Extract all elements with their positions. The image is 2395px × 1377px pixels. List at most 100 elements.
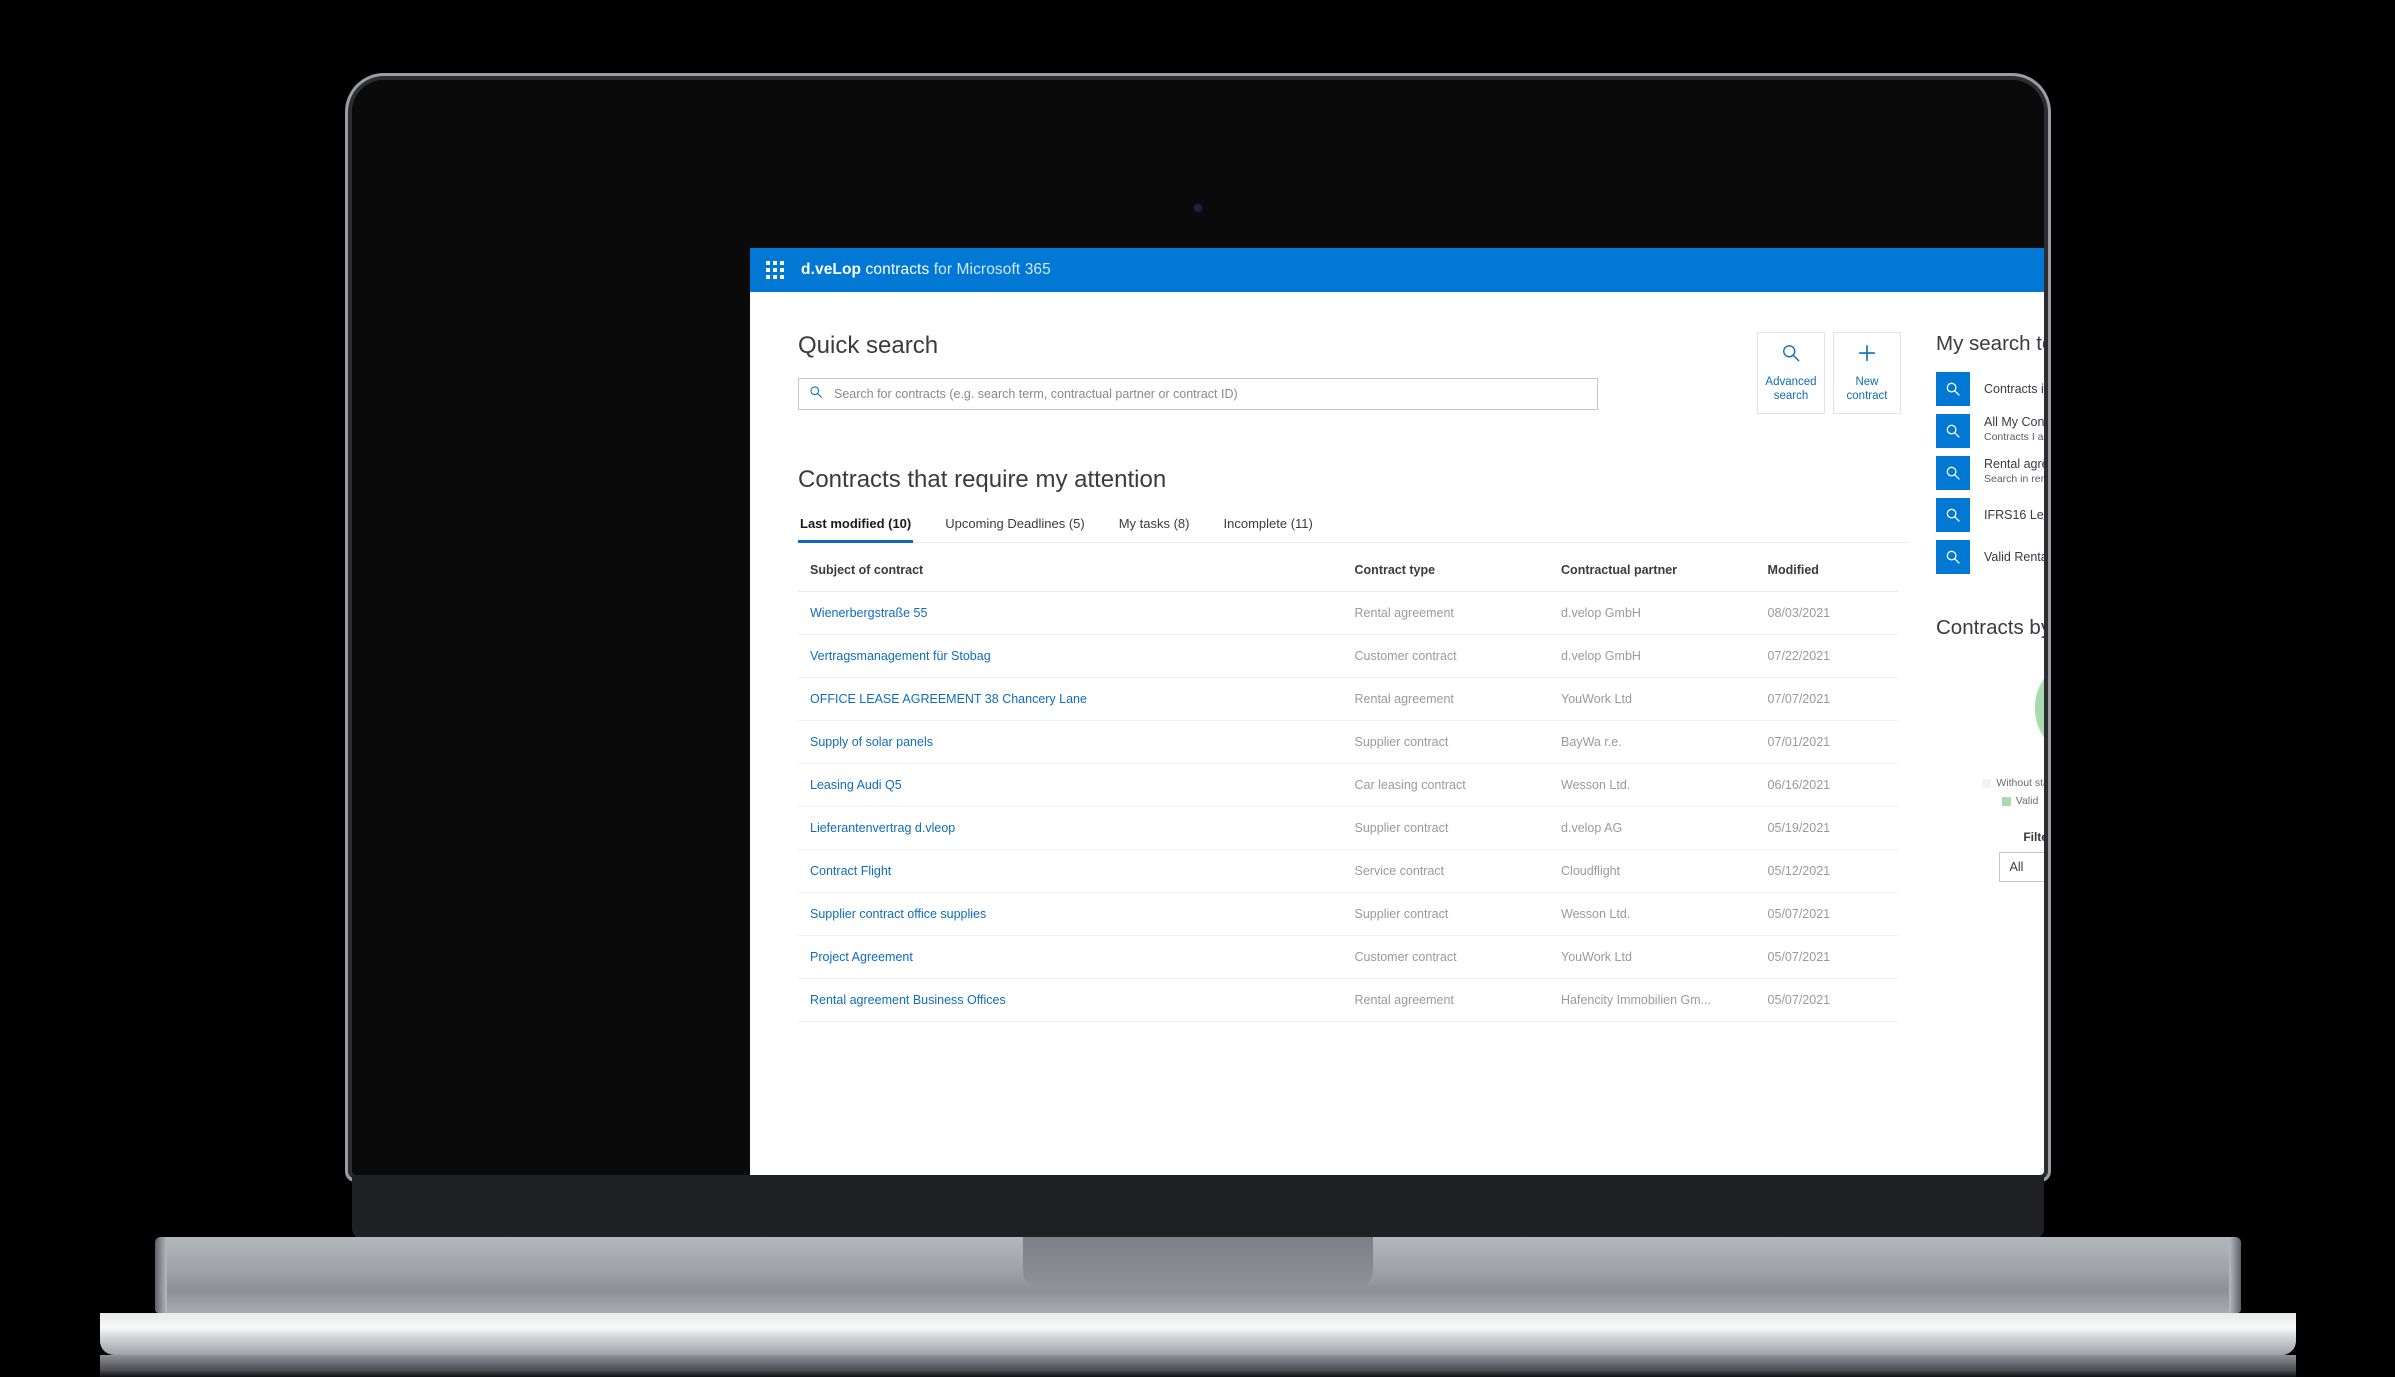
cell-partner: YouWork Ltd [1561,677,1768,721]
cell-contract-type: Customer contract [1354,634,1562,678]
cell-contract-type: Supplier contract [1354,720,1562,764]
magnifier-icon [1781,343,1801,367]
column-header-subject[interactable]: Subject of contract [798,563,1355,592]
quick-action-tiles: Advanced search New contract [1757,332,1901,414]
list-item[interactable]: IFRS16 Leasing [1936,498,2044,532]
template-title: Valid Rental Agreements [1984,550,2044,564]
tab-my-tasks[interactable]: My tasks (8) [1117,516,1192,542]
search-icon [809,385,823,404]
app-launcher-icon[interactable] [766,261,784,279]
tab-upcoming-deadlines[interactable]: Upcoming Deadlines (5) [943,516,1086,542]
template-text: Rental agreement Template Search in rent… [1970,456,2044,486]
template-title: All My Contracts [1984,415,2044,429]
legend-label: Without status [1996,777,2044,789]
table-header-row: Subject of contract Contract type Contra… [798,563,1898,592]
search-templates-list: Contracts in status "In appro... [1936,372,2044,574]
template-text: All My Contracts Contracts I am responsi… [1970,414,2044,444]
table-row[interactable]: Contract Flight Service contract Cloudfl… [798,849,1898,893]
quick-search-row: Quick search Search for contracts (e.g. … [798,332,1910,414]
list-item[interactable]: Valid Rental Agreements [1936,540,2044,574]
cell-contract-type: Service contract [1354,849,1562,893]
column-header-modified[interactable]: Modified [1767,563,1898,592]
column-header-type[interactable]: Contract type [1354,563,1562,592]
side-column: My search templates Contracts in status … [1910,292,2044,1175]
laptop-lid: d.veLop contracts for Microsoft 365 Quic… [352,80,2044,1175]
cell-partner: d.velop GmbH [1561,634,1768,678]
template-text: Valid Rental Agreements [1970,549,2044,565]
cell-contract-type: Supplier contract [1354,892,1562,936]
contract-link[interactable]: Lieferantenvertrag d.vleop [810,821,955,835]
contract-link[interactable]: Supplier contract office supplies [810,907,986,921]
cell-modified: 05/19/2021 [1767,806,1898,850]
template-text: IFRS16 Leasing [1970,507,2044,523]
search-input[interactable] [832,386,1587,402]
brand-title: d.veLop contracts for Microsoft 365 [801,261,1051,279]
contract-link[interactable]: Contract Flight [810,864,891,878]
advanced-search-label: Advanced search [1765,376,1817,402]
tab-last-modified[interactable]: Last modified (10) [798,516,914,543]
template-search-icon [1936,456,1970,490]
new-contract-label: New contract [1846,376,1888,402]
tab-incomplete[interactable]: Incomplete (11) [1222,516,1315,542]
contract-link[interactable]: Supply of solar panels [810,735,933,749]
cell-modified: 07/01/2021 [1767,720,1898,764]
search-box[interactable] [798,378,1598,410]
legend-swatch [2001,796,2011,806]
contracts-by-status-heading: Contracts by status [1936,616,2044,639]
list-item[interactable]: All My Contracts Contracts I am responsi… [1936,414,2044,448]
cell-partner: d.velop GmbH [1561,591,1768,635]
pie-slice[interactable] [2033,656,2044,760]
legend-label: Valid [2015,795,2039,807]
cell-modified: 07/22/2021 [1767,634,1898,678]
contract-link[interactable]: Leasing Audi Q5 [810,778,902,792]
plus-icon [1857,343,1877,367]
table-row[interactable]: Lieferantenvertrag d.vleop Supplier cont… [798,806,1898,850]
cell-partner: YouWork Ltd [1561,935,1768,979]
legend-item-without-status[interactable]: Without status [1982,774,2044,792]
table-row[interactable]: Leasing Audi Q5 Car leasing contract Wes… [798,763,1898,807]
laptop-base-foot [100,1313,2296,1355]
contract-type-filter-select[interactable]: All [1998,852,2044,882]
legend-row-2: Valid Expired Canceled [1955,792,2044,810]
cell-modified: 05/12/2021 [1767,849,1898,893]
legend-row-1: Without status Draft In approval [1955,774,2044,792]
page-content: Quick search Search for contracts (e.g. … [750,292,2044,1175]
list-item[interactable]: Rental agreement Template Search in rent… [1936,456,2044,490]
cell-partner: Wesson Ltd. [1561,892,1768,936]
template-search-icon [1936,540,1970,574]
contract-link[interactable]: Vertragsmanagement für Stobag [810,649,991,663]
template-search-icon [1936,414,1970,448]
contract-link[interactable]: OFFICE LEASE AGREEMENT 38 Chancery Lane [810,692,1087,706]
contract-link[interactable]: Project Agreement [810,950,913,964]
status-pie-chart[interactable] [2026,648,2044,768]
cell-modified: 06/16/2021 [1767,763,1898,807]
filter-selected-value: All [2009,860,2024,874]
brand-suffix: for Microsoft 365 [929,261,1051,278]
cell-contract-type: Car leasing contract [1354,763,1562,807]
contract-link[interactable]: Wienerbergstraße 55 [810,606,927,620]
table-row[interactable]: Project Agreement Customer contract YouW… [798,935,1898,979]
screenshot-stage: d.veLop contracts for Microsoft 365 Quic… [0,0,2395,1377]
template-description: Search in rental agreement by ID cm00005 [1984,473,2044,485]
page-title: Quick search [798,332,939,359]
table-row[interactable]: Supply of solar panels Supplier contract… [798,720,1898,764]
main-column: Quick search Search for contracts (e.g. … [750,292,1910,1175]
table-row[interactable]: Vertragsmanagement für Stobag Customer c… [798,634,1898,678]
cell-contract-type: Customer contract [1354,935,1562,979]
table-row[interactable]: OFFICE LEASE AGREEMENT 38 Chancery Lane … [798,677,1898,721]
list-item[interactable]: Contracts in status "In appro... [1936,372,2044,406]
template-description: Contracts I am responsible for [1984,431,2044,443]
contracts-table: Subject of contract Contract type Contra… [798,563,1898,1022]
template-text: Contracts in status "In appro... [1970,381,2044,397]
table-row[interactable]: Supplier contract office supplies Suppli… [798,892,1898,936]
template-search-icon [1936,372,1970,406]
table-row[interactable]: Rental agreement Business Offices Rental… [798,978,1898,1022]
contract-link[interactable]: Rental agreement Business Offices [810,993,1006,1007]
table-row[interactable]: Wienerbergstraße 55 Rental agreement d.v… [798,591,1898,635]
new-contract-button[interactable]: New contract [1833,332,1901,414]
search-templates-heading: My search templates [1936,332,2044,355]
column-header-partner[interactable]: Contractual partner [1561,563,1768,592]
application-screen: d.veLop contracts for Microsoft 365 Quic… [750,248,2044,1175]
advanced-search-button[interactable]: Advanced search [1757,332,1825,414]
legend-item-valid[interactable]: Valid [2001,792,2039,810]
